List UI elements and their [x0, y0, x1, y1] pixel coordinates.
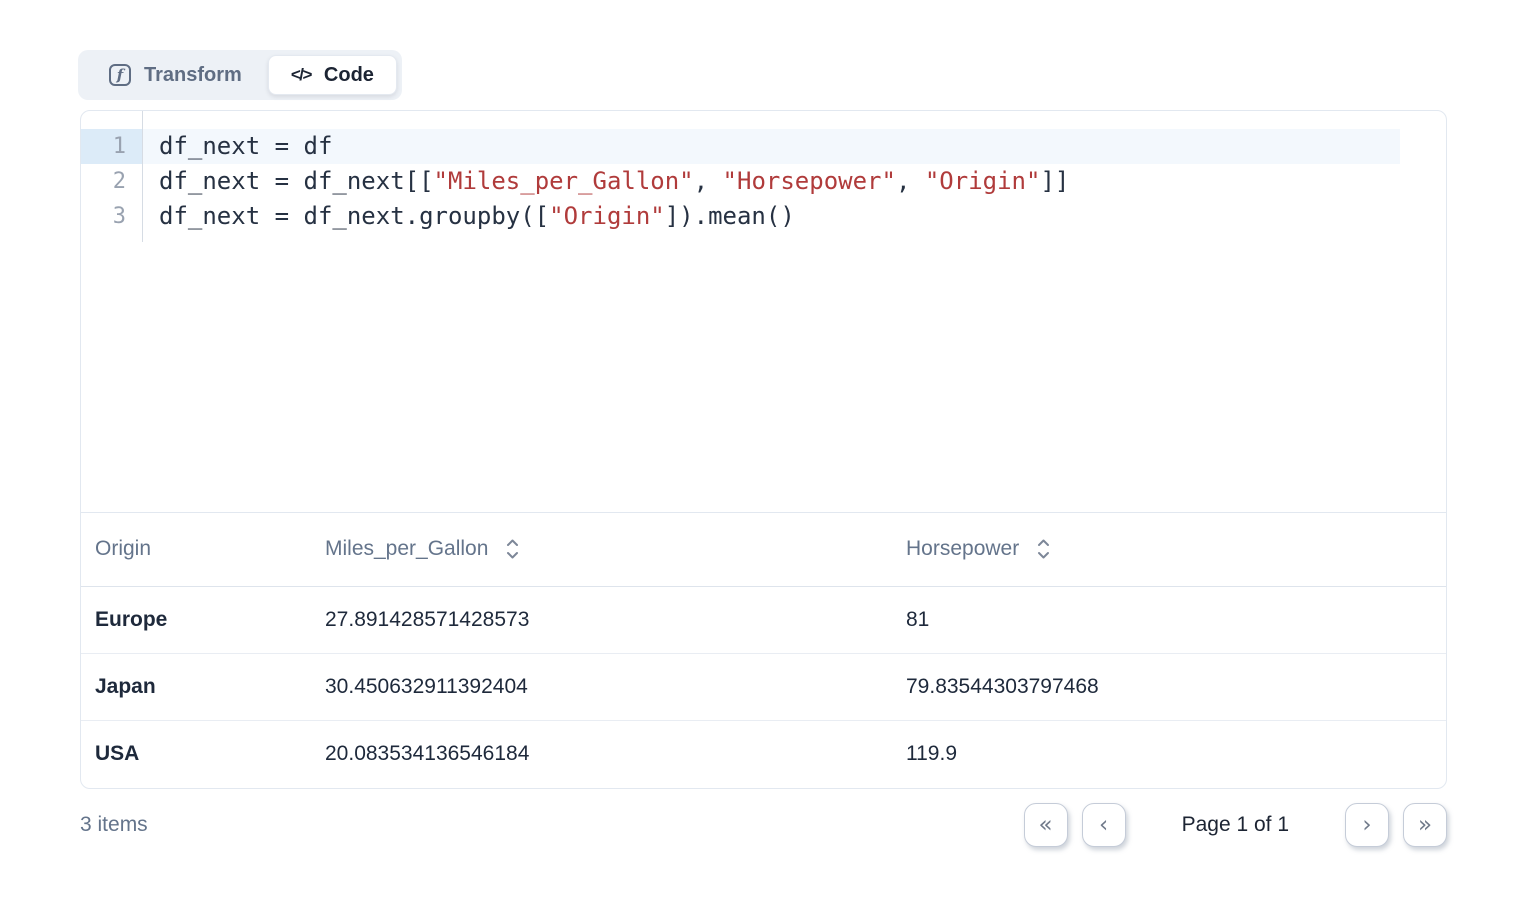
column-header-label: Horsepower: [906, 537, 1019, 561]
code-text[interactable]: df_next = df_next[["Miles_per_Gallon", "…: [142, 164, 1400, 199]
next-page-icon: ›: [1362, 814, 1371, 837]
table-header-row: Origin Miles_per_Gallon: [81, 513, 1446, 586]
first-page-button[interactable]: «: [1024, 803, 1068, 847]
cell-origin: Japan: [81, 653, 311, 720]
column-header-horsepower[interactable]: Horsepower: [892, 513, 1446, 586]
table-body: Europe27.89142857142857381Japan30.450632…: [81, 586, 1446, 787]
column-header-label: Origin: [95, 537, 151, 561]
item-count: 3 items: [80, 813, 148, 837]
tab-code[interactable]: </> Code: [268, 55, 397, 95]
previous-page-icon: ‹: [1099, 814, 1108, 837]
cell-origin: Europe: [81, 586, 311, 653]
pagination: « ‹ Page 1 of 1 › »: [1024, 803, 1447, 847]
cell-miles-per-gallon: 30.450632911392404: [311, 653, 892, 720]
table-footer: 3 items « ‹ Page 1 of 1 › »: [80, 800, 1447, 850]
line-number: 3: [81, 199, 142, 234]
cell-miles-per-gallon: 27.891428571428573: [311, 586, 892, 653]
cell-horsepower: 81: [892, 586, 1446, 653]
view-toggle: f Transform </> Code: [78, 50, 402, 100]
sort-icon[interactable]: [505, 538, 520, 560]
table-row: Japan30.45063291139240479.83544303797468: [81, 653, 1446, 720]
code-editor[interactable]: 1df_next = df2df_next = df_next[["Miles_…: [81, 111, 1446, 513]
last-page-button[interactable]: »: [1403, 803, 1447, 847]
function-icon: f: [109, 64, 131, 86]
table-row: Europe27.89142857142857381: [81, 586, 1446, 653]
table-row: USA20.083534136546184119.9: [81, 720, 1446, 787]
column-header-label: Miles_per_Gallon: [325, 537, 488, 561]
tab-transform[interactable]: f Transform: [83, 55, 268, 95]
line-number: 2: [81, 164, 142, 199]
sort-icon[interactable]: [1036, 538, 1051, 560]
main-panel: 1df_next = df2df_next = df_next[["Miles_…: [80, 110, 1447, 789]
code-icon: </>: [291, 65, 311, 85]
previous-page-button[interactable]: ‹: [1082, 803, 1126, 847]
next-page-button[interactable]: ›: [1345, 803, 1389, 847]
page-indicator: Page 1 of 1: [1182, 813, 1289, 837]
cell-horsepower: 119.9: [892, 720, 1446, 787]
line-number: 1: [81, 129, 142, 164]
tab-transform-label: Transform: [144, 64, 242, 87]
code-line[interactable]: 1df_next = df: [81, 129, 1446, 164]
code-line[interactable]: 3df_next = df_next.groupby(["Origin"]).m…: [81, 199, 1446, 234]
column-header-miles-per-gallon[interactable]: Miles_per_Gallon: [311, 513, 892, 586]
result-table: Origin Miles_per_Gallon: [81, 513, 1446, 787]
column-header-origin: Origin: [81, 513, 311, 586]
tab-code-label: Code: [324, 64, 374, 87]
cell-miles-per-gallon: 20.083534136546184: [311, 720, 892, 787]
code-lines: 1df_next = df2df_next = df_next[["Miles_…: [81, 129, 1446, 234]
code-text[interactable]: df_next = df: [142, 129, 1400, 164]
cell-horsepower: 79.83544303797468: [892, 653, 1446, 720]
code-text[interactable]: df_next = df_next.groupby(["Origin"]).me…: [142, 199, 1400, 234]
cell-origin: USA: [81, 720, 311, 787]
gutter-divider: [142, 111, 143, 242]
first-page-icon: «: [1039, 814, 1053, 837]
code-line[interactable]: 2df_next = df_next[["Miles_per_Gallon", …: [81, 164, 1446, 199]
last-page-icon: »: [1418, 814, 1432, 837]
